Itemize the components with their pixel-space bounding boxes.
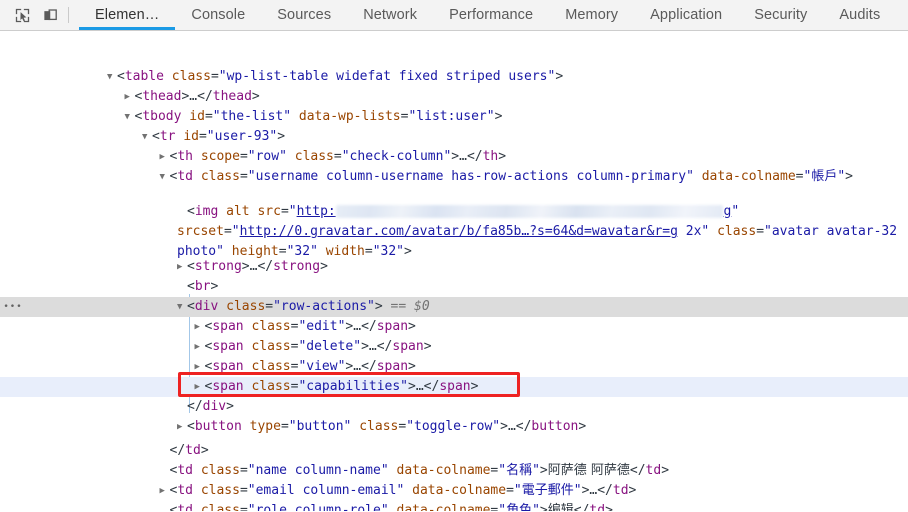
toolbar-separator (68, 7, 69, 23)
dom-node-text: <td class="email column-email" data-coln… (0, 481, 908, 501)
dom-node-button-toggle-row[interactable]: <button type="button" class="toggle-row"… (0, 417, 908, 437)
dom-node-div-row-actions[interactable]: •••<div class="row-actions"> == $0 (0, 297, 908, 317)
dom-node-span-view[interactable]: <span class="view">…</span> (0, 357, 908, 377)
dom-node-text: <td class="role column-role" data-colnam… (169, 503, 613, 511)
disclosure-collapsed-icon[interactable] (195, 337, 205, 357)
dom-node-text: <img alt src="http: g" srcset="http://0.g… (177, 204, 905, 259)
disclosure-expanded-icon[interactable] (107, 67, 117, 87)
tab-sources-label: Sources (277, 7, 332, 23)
disclosure-collapsed-icon[interactable] (195, 377, 205, 397)
dom-node-text: <div class="row-actions"> == $0 (0, 297, 908, 317)
dom-node-text: <span class="view">…</span> (0, 357, 908, 377)
dom-node-text: <table class="wp-list-table widefat fixe… (0, 67, 908, 87)
redacted-url-blur (335, 205, 724, 218)
dom-node-strong[interactable]: <strong>…</strong> (0, 257, 908, 277)
dom-node-text: <strong>…</strong> (0, 257, 908, 277)
dom-node-td-role[interactable]: <td class="role column-role" data-colnam… (0, 501, 908, 511)
tab-elements[interactable]: Elemen… (79, 0, 176, 30)
tab-network[interactable]: Network (347, 0, 433, 30)
tab-audits[interactable]: Audits (823, 0, 896, 30)
dom-node-text: <td class="name column-name" data-colnam… (169, 463, 670, 478)
dom-node-span-capabilities[interactable]: <span class="capabilities">…</span> (0, 377, 908, 397)
dom-node-text: <span class="edit">…</span> (0, 317, 908, 337)
dom-tree-panel[interactable]: <table class="wp-list-table widefat fixe… (0, 31, 908, 511)
inspect-element-icon[interactable] (8, 2, 36, 28)
tab-performance[interactable]: Performance (433, 0, 549, 30)
dom-node-text: <tr id="user-93"> (0, 127, 908, 147)
devtools-tab-bar: Elemen… Console Sources Network Performa… (79, 0, 896, 30)
toolbar-icon-group (0, 0, 79, 30)
disclosure-collapsed-icon[interactable] (125, 87, 135, 107)
dom-node-text: <thead>…</thead> (0, 87, 908, 107)
collapsed-siblings-ellipsis-icon[interactable]: ••• (3, 300, 22, 314)
dom-node-text: <span class="capabilities">…</span> (0, 377, 908, 397)
dom-node-text: <span class="delete">…</span> (0, 337, 908, 357)
dom-node-td-username[interactable]: <td class="username column-username has-… (0, 167, 908, 187)
disclosure-expanded-icon[interactable] (177, 297, 187, 317)
disclosure-expanded-icon[interactable] (125, 107, 135, 127)
dom-node-span-delete[interactable]: <span class="delete">…</span> (0, 337, 908, 357)
dom-node-br[interactable]: <br> (0, 277, 908, 297)
disclosure-expanded-icon[interactable] (160, 167, 170, 187)
disclosure-collapsed-icon[interactable] (177, 417, 187, 437)
tab-network-label: Network (363, 7, 418, 23)
dom-node-th-check-column[interactable]: <th scope="row" class="check-column">…</… (0, 147, 908, 167)
tab-memory-label: Memory (565, 7, 619, 23)
disclosure-expanded-icon[interactable] (142, 127, 152, 147)
device-toolbar-icon[interactable] (36, 2, 64, 28)
dom-node-td-close[interactable]: </td> (0, 441, 908, 461)
tab-elements-label: Elemen… (95, 7, 160, 23)
disclosure-collapsed-icon[interactable] (195, 357, 205, 377)
tab-security-label: Security (754, 7, 808, 23)
tab-application[interactable]: Application (634, 0, 738, 30)
dom-node-tr-user-93[interactable]: <tr id="user-93"> (0, 127, 908, 147)
dom-node-text: </td> (169, 443, 209, 458)
disclosure-collapsed-icon[interactable] (160, 481, 170, 501)
dom-node-td-email[interactable]: <td class="email column-email" data-coln… (0, 481, 908, 501)
tab-console[interactable]: Console (175, 0, 261, 30)
tab-memory[interactable]: Memory (549, 0, 634, 30)
dom-node-img-avatar[interactable]: <img alt src="http: g" srcset="http://0.g… (0, 202, 908, 262)
tab-console-label: Console (191, 7, 246, 23)
devtools-toolbar: Elemen… Console Sources Network Performa… (0, 0, 908, 31)
disclosure-collapsed-icon[interactable] (160, 147, 170, 167)
dom-node-table[interactable]: <table class="wp-list-table widefat fixe… (0, 67, 908, 87)
tab-performance-label: Performance (449, 7, 534, 23)
tab-security[interactable]: Security (738, 0, 823, 30)
dom-node-tbody[interactable]: <tbody id="the-list" data-wp-lists="list… (0, 107, 908, 127)
dom-node-text: <th scope="row" class="check-column">…</… (0, 147, 908, 167)
dom-node-text: </div> (187, 399, 234, 414)
disclosure-collapsed-icon[interactable] (195, 317, 205, 337)
disclosure-collapsed-icon[interactable] (177, 257, 187, 277)
tab-application-label: Application (650, 7, 723, 23)
dom-node-text: <td class="username column-username has-… (0, 167, 908, 187)
dom-node-thead[interactable]: <thead>…</thead> (0, 87, 908, 107)
dom-node-td-name[interactable]: <td class="name column-name" data-colnam… (0, 461, 908, 481)
dom-node-text: <tbody id="the-list" data-wp-lists="list… (0, 107, 908, 127)
dom-node-text: <button type="button" class="toggle-row"… (0, 417, 908, 437)
dom-node-span-edit[interactable]: <span class="edit">…</span> (0, 317, 908, 337)
tab-sources[interactable]: Sources (261, 0, 347, 30)
dom-node-div-close[interactable]: </div> (0, 397, 908, 417)
dom-node-text: <br> (187, 279, 219, 294)
tab-audits-label: Audits (839, 7, 881, 23)
